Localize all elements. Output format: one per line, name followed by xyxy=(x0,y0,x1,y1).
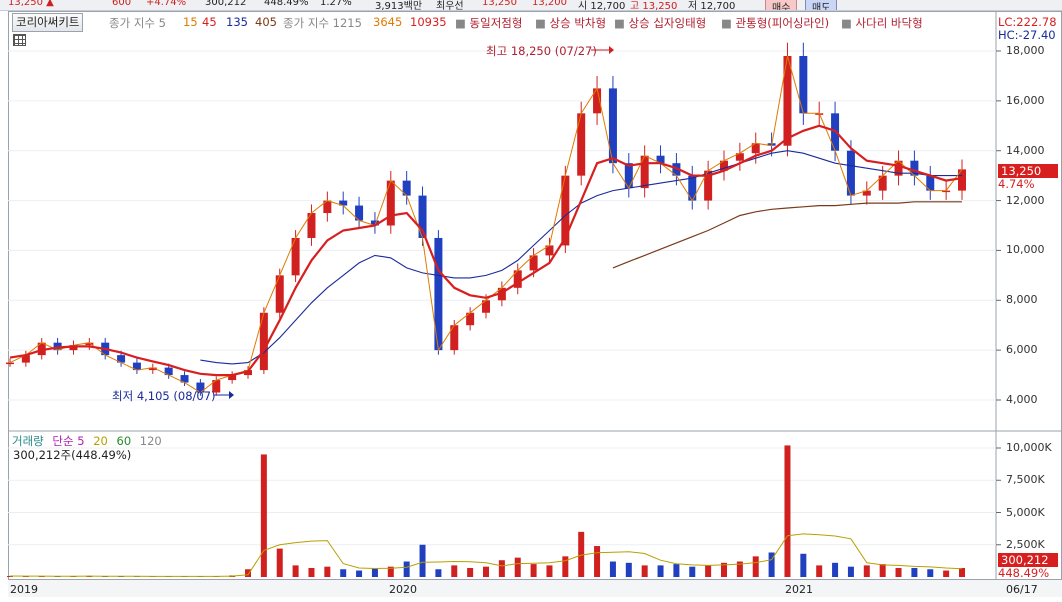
ma-long-line xyxy=(612,201,962,269)
volume-axis-label: 5,000K xyxy=(1006,505,1045,519)
volume-tag: 300,212 xyxy=(998,553,1058,567)
volume-bar xyxy=(959,567,965,577)
volume-bar xyxy=(514,557,521,577)
date-2020: 2020 xyxy=(389,583,417,596)
date-2019: 2019 xyxy=(10,583,38,596)
volume-bar xyxy=(483,566,489,577)
price-axis-label: 4,000 xyxy=(1006,393,1038,406)
volume-title[interactable]: 거래량 xyxy=(12,434,44,448)
volume-bar xyxy=(498,560,505,577)
low-arrow-icon xyxy=(229,391,234,399)
candle-body xyxy=(6,362,14,365)
date-last: 06/17 xyxy=(1006,583,1038,596)
price-axis-label: 16,000 xyxy=(1006,93,1045,107)
volume-bar xyxy=(546,565,553,577)
volume-bar xyxy=(816,565,823,577)
date-2021: 2021 xyxy=(785,583,813,596)
volume-bar xyxy=(245,569,251,577)
volume-ma-120[interactable]: 120 xyxy=(140,434,162,448)
axis-ticks xyxy=(996,50,1001,546)
volume-bar xyxy=(625,562,632,577)
volume-bar xyxy=(467,567,474,577)
volume-bar xyxy=(403,561,410,577)
volume-axis-label: 2,500K xyxy=(1006,537,1045,551)
volume-bar xyxy=(800,553,807,577)
volume-subtitle: 300,212주(448.49%) xyxy=(13,448,132,462)
price-axis-label: 6,000 xyxy=(1006,343,1038,357)
price-candles xyxy=(6,42,966,396)
volume-bar xyxy=(451,565,458,577)
volume-bar xyxy=(308,567,315,577)
volume-ma-label[interactable]: 단순 5 xyxy=(52,434,84,448)
volume-bar xyxy=(847,566,854,577)
volume-bar xyxy=(895,567,902,577)
high-annotation: 최고 18,250 (07/27) xyxy=(486,44,597,58)
volume-bar xyxy=(752,556,759,577)
current-price-tag: 13,250 xyxy=(998,164,1058,178)
volume-bar xyxy=(911,567,918,577)
volume-ratio-tag: 448.49% xyxy=(998,566,1050,580)
volume-bar xyxy=(324,566,331,577)
volume-bars xyxy=(7,445,965,577)
volume-bar xyxy=(340,569,347,577)
volume-bar xyxy=(419,544,426,577)
price-gridlines xyxy=(8,50,996,401)
volume-bar xyxy=(705,565,712,577)
volume-bar xyxy=(784,445,791,577)
volume-bar xyxy=(943,570,950,577)
change-percent-tag: 4.74% xyxy=(998,177,1035,191)
date-axis[interactable]: 2019 2020 2021 06/17 xyxy=(8,579,1062,597)
volume-bar xyxy=(276,548,283,577)
chart-canvas[interactable] xyxy=(0,0,1062,602)
price-axis-label: 8,000 xyxy=(1006,293,1038,307)
high-arrow-icon xyxy=(609,46,614,54)
volume-bar xyxy=(832,562,839,577)
price-axis-label: 14,000 xyxy=(1006,143,1045,157)
volume-bar xyxy=(260,454,267,577)
volume-bar xyxy=(292,565,299,577)
volume-gridlines xyxy=(8,447,996,546)
volume-bar xyxy=(530,564,537,577)
volume-bar xyxy=(609,561,616,577)
volume-axis-label: 7,500K xyxy=(1006,473,1045,487)
volume-bar xyxy=(657,565,664,577)
volume-bar xyxy=(435,569,442,577)
price-axis-label: 18,000 xyxy=(1006,44,1045,57)
price-axis-label: 10,000 xyxy=(1006,243,1045,257)
volume-bar xyxy=(927,569,934,577)
volume-bar xyxy=(673,564,680,577)
low-annotation: 최저 4,105 (08/07) xyxy=(112,389,216,403)
volume-bar xyxy=(356,570,363,577)
volume-bar xyxy=(371,567,378,577)
volume-bar xyxy=(879,564,886,577)
volume-bar xyxy=(689,566,696,577)
volume-bar xyxy=(863,565,870,577)
volume-ma-60[interactable]: 60 xyxy=(117,434,132,448)
volume-bar xyxy=(594,546,601,577)
price-axis-label: 12,000 xyxy=(1006,193,1045,207)
volume-bar xyxy=(641,565,648,577)
volume-axis-label: 10,000K xyxy=(1006,441,1052,454)
volume-ma-20[interactable]: 20 xyxy=(93,434,108,448)
